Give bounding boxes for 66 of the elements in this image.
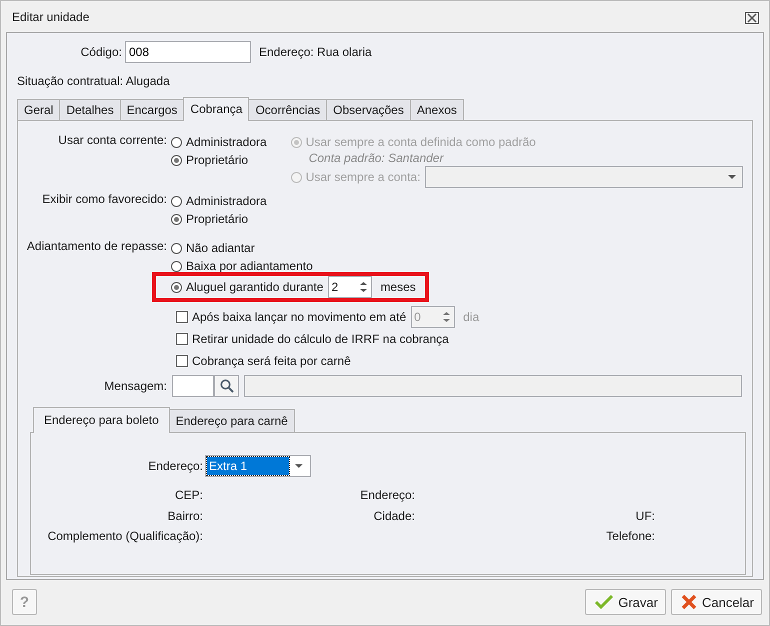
radio-button[interactable] xyxy=(171,242,182,254)
check-icon xyxy=(595,595,614,609)
address-label: Endereço: xyxy=(147,459,203,473)
radio-label: Usar sempre a conta definida como padrão xyxy=(306,135,536,149)
radio-button[interactable] xyxy=(171,282,182,292)
code-field[interactable]: 008 xyxy=(125,41,251,63)
field-label: Endereço: xyxy=(360,488,415,502)
tab[interactable]: Endereço para carnê xyxy=(168,409,295,432)
radio-label: Administradora xyxy=(186,194,267,208)
address-info: Endereço: Rua olaria xyxy=(259,45,372,59)
spin-arrows-icon xyxy=(360,281,368,293)
address-dropdown[interactable]: Extra 1 xyxy=(205,455,311,477)
save-button[interactable]: Gravar xyxy=(585,589,666,615)
radio-button[interactable] xyxy=(171,196,182,206)
advance-label: Adiantamento de repasse: xyxy=(26,239,168,255)
tab[interactable]: Detalhes xyxy=(59,99,121,120)
radio-label: Administradora xyxy=(186,135,267,149)
default-account-note: Conta padrão: Santander xyxy=(308,151,445,167)
message-code-field[interactable] xyxy=(172,375,214,397)
field-label: CEP: xyxy=(174,488,203,502)
tab[interactable]: Endereço para boleto xyxy=(33,407,170,433)
tab[interactable]: Observações xyxy=(326,99,411,120)
tab[interactable]: Ocorrências xyxy=(248,99,328,120)
window-title: Editar unidade xyxy=(12,10,90,24)
unit-label: meses xyxy=(380,280,416,294)
cross-icon xyxy=(680,594,697,610)
radio-button[interactable] xyxy=(171,136,182,148)
radio-label: Usar sempre a conta: xyxy=(306,170,420,184)
code-label: Código: xyxy=(80,45,122,59)
checkbox[interactable] xyxy=(176,355,188,367)
tab[interactable]: Geral xyxy=(17,99,60,120)
caret-icon xyxy=(295,464,303,468)
tab[interactable]: Cobrança xyxy=(183,97,250,121)
field-label: Telefone: xyxy=(606,529,655,543)
unit-label: dia xyxy=(463,310,480,324)
search-button[interactable] xyxy=(214,375,239,397)
checkbox-label: Cobrança será feita por carnê xyxy=(192,354,351,368)
checkbox-label: Retirar unidade do cálculo de IRRF na cobrança xyxy=(192,332,449,346)
field-label: Cidade: xyxy=(374,508,415,522)
contract-status: Situação contratual: Alugada xyxy=(17,74,171,88)
radio-label: Aluguel garantido durante xyxy=(186,280,324,294)
search-icon xyxy=(220,379,234,393)
radio-label: Não adiantar xyxy=(186,241,255,255)
cancel-button[interactable]: Cancelar xyxy=(670,589,762,615)
field-label: Bairro: xyxy=(168,508,203,522)
checkbox-label: Após baixa lançar no movimento em até xyxy=(192,310,406,324)
radio-button[interactable] xyxy=(171,260,182,272)
checkbox[interactable] xyxy=(176,333,188,345)
checkbox[interactable] xyxy=(176,311,188,323)
radio-button[interactable] xyxy=(171,154,182,166)
radio-label: Proprietário xyxy=(186,153,248,167)
message-label: Mensagem: xyxy=(103,379,168,393)
tab[interactable]: Anexos xyxy=(410,99,464,120)
field-label: UF: xyxy=(636,508,655,522)
close-icon[interactable] xyxy=(745,12,759,24)
caret-icon xyxy=(728,175,736,179)
radio-label: Baixa por adiantamento xyxy=(186,259,313,273)
field-label: Complemento (Qualificação): xyxy=(48,529,203,543)
tab[interactable]: Encargos xyxy=(120,99,184,120)
account-label: Usar conta corrente: xyxy=(57,133,168,149)
radio-button[interactable] xyxy=(171,214,182,224)
spin-arrows-icon xyxy=(443,311,450,323)
message-description-field[interactable] xyxy=(244,375,742,397)
radio-label: Proprietário xyxy=(186,212,248,226)
months-spinner[interactable]: 2 xyxy=(328,276,372,298)
payee-label: Exibir como favorecido: xyxy=(41,192,168,208)
